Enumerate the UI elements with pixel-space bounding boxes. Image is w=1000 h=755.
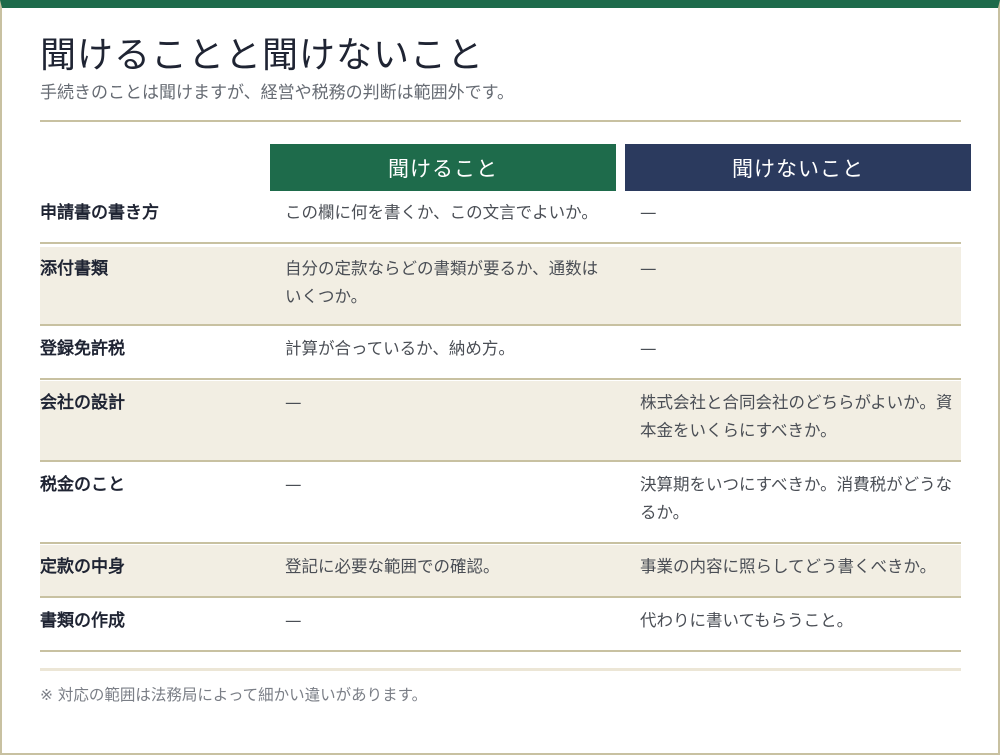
cell-can: 登記に必要な範囲での確認。 <box>285 557 500 576</box>
cell-cannot: 株式会社と合同会社のどちらがよいか。資本金をいくらにすべきか。 <box>640 393 953 440</box>
title-divider <box>40 120 961 122</box>
table-row: 申請書の書き方 この欄に何を書くか、この文言でよいか。 — <box>40 191 961 244</box>
row-label: 会社の設計 <box>40 393 125 413</box>
cell-cannot: 事業の内容に照らしてどう書くべきか。 <box>640 557 937 576</box>
row-label: 申請書の書き方 <box>40 203 159 223</box>
cell-cannot: 決算期をいつにすべきか。消費税がどうなるか。 <box>640 475 953 522</box>
row-label: 税金のこと <box>40 475 125 495</box>
table-row: 書類の作成 — 代わりに書いてもらうこと。 <box>40 599 961 652</box>
table-row: 定款の中身 登記に必要な範囲での確認。 事業の内容に照らしてどう書くべきか。 <box>40 545 961 598</box>
cell-can: — <box>285 393 302 412</box>
row-label: 添付書類 <box>40 259 108 279</box>
table-row: 会社の設計 — 株式会社と合同会社のどちらがよいか。資本金をいくらにすべきか。 <box>40 381 961 462</box>
table-row: 税金のこと — 決算期をいつにすべきか。消費税がどうなるか。 <box>40 463 961 544</box>
row-label: 定款の中身 <box>40 557 125 577</box>
cell-can: — <box>285 475 302 494</box>
row-label: 書類の作成 <box>40 611 125 631</box>
cell-cannot: 代わりに書いてもらうこと。 <box>640 611 854 630</box>
cell-can: 計算が合っているか、納め方。 <box>285 339 515 358</box>
cell-can: — <box>285 611 302 630</box>
row-label: 登録免許税 <box>40 339 125 359</box>
page-subtitle: 手続きのことは聞けますが、経営や税務の判断は範囲外です。 <box>40 83 514 103</box>
footnote: ※ 対応の範囲は法務局によって細かい違いがあります。 <box>40 686 428 704</box>
cell-cannot: — <box>640 339 657 358</box>
cell-cannot: — <box>640 203 657 222</box>
cell-can: この欄に何を書くか、この文言でよいか。 <box>285 203 598 222</box>
table-row: 登録免許税 計算が合っているか、納め方。 — <box>40 327 961 380</box>
cell-can: 自分の定款ならどの書類が要るか、通数はいくつか。 <box>285 259 599 306</box>
cell-cannot: — <box>640 259 657 278</box>
footnote-divider <box>40 668 961 671</box>
table-row: 添付書類 自分の定款ならどの書類が要るか、通数はいくつか。 — <box>40 247 961 326</box>
page-title: 聞けることと聞けないこと <box>40 35 485 76</box>
column-header-can: 聞けること <box>270 144 616 191</box>
column-header-cannot: 聞けないこと <box>625 144 971 191</box>
